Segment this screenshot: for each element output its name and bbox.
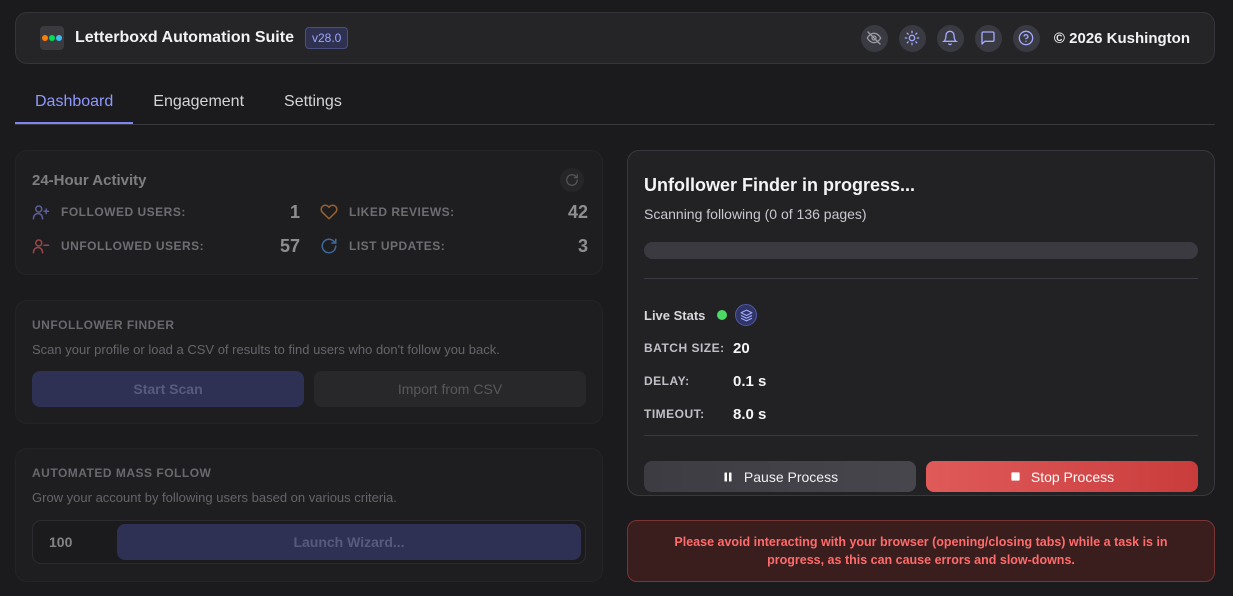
pause-process-label: Pause Process [743, 468, 839, 485]
copyright-text: © 2026 Kushington [1053, 29, 1190, 47]
setting-value: 8.0 s [733, 405, 767, 423]
mass-follow-controls: 100 Launch Wizard... [32, 520, 586, 564]
pause-icon [724, 472, 732, 481]
stop-process-label: Stop Process [1030, 468, 1115, 485]
live-stats-details-button[interactable] [735, 304, 758, 326]
tab-dashboard[interactable]: Dashboard [15, 81, 134, 124]
import-csv-button[interactable]: Import from CSV [314, 371, 586, 407]
stat-value: 42 [567, 201, 588, 222]
start-scan-button[interactable]: Start Scan [32, 371, 304, 407]
feedback-button[interactable] [974, 24, 1002, 52]
tab-engagement[interactable]: Engagement [133, 81, 264, 124]
activity-title: 24-Hour Activity [32, 172, 147, 189]
setting-key: DELAY: [644, 374, 690, 388]
progress-bar [644, 242, 1198, 259]
setting-timeout: TIMEOUT: 8.0 s [644, 403, 1198, 425]
activity-card: 24-Hour Activity FOLLOWED USERS: 1 LIKED… [15, 150, 603, 275]
stat-value: 3 [577, 235, 588, 256]
setting-batch-size: BATCH SIZE: 20 [644, 337, 1198, 359]
stat-unfollowed-users: UNFOLLOWED USERS: 57 [32, 235, 300, 257]
stop-icon [1011, 472, 1020, 481]
stat-label: LIST UPDATES: [349, 239, 446, 253]
stat-followed-users: FOLLOWED USERS: 1 [32, 201, 300, 223]
live-indicator [717, 310, 728, 320]
theme-toggle-button[interactable] [898, 24, 926, 52]
eye-off-icon [867, 31, 882, 45]
help-icon [1019, 30, 1034, 46]
refresh-icon [566, 174, 578, 186]
warning-banner: Please avoid interacting with your brows… [627, 520, 1215, 582]
main-tabs: Dashboard Engagement Settings [15, 81, 1215, 125]
follow-quantity-input[interactable]: 100 [49, 534, 117, 550]
version-badge: v28.0 [304, 27, 349, 49]
stat-label: LIKED REVIEWS: [349, 205, 455, 219]
progress-status: Scanning following (0 of 136 pages) [644, 206, 867, 222]
stat-liked-reviews: LIKED REVIEWS: 42 [320, 201, 588, 223]
sun-icon [905, 30, 920, 46]
section-description: Scan your profile or load a CSV of resul… [32, 342, 500, 357]
chat-icon [981, 31, 996, 45]
section-title: AUTOMATED MASS FOLLOW [32, 466, 212, 480]
stat-value: 57 [279, 235, 300, 256]
live-stats-row: Live Stats [644, 304, 1198, 326]
progress-card: Unfollower Finder in progress... Scannin… [627, 150, 1215, 496]
bell-icon [942, 30, 959, 46]
setting-key: TIMEOUT: [644, 407, 705, 421]
live-stats-label: Live Stats [644, 307, 706, 323]
divider [644, 435, 1198, 436]
stat-label: UNFOLLOWED USERS: [61, 239, 205, 253]
setting-value: 20 [733, 339, 750, 357]
refresh-icon [321, 238, 337, 254]
activity-refresh-button[interactable] [560, 168, 584, 192]
section-description: Grow your account by following users bas… [32, 490, 397, 505]
pause-process-button[interactable]: Pause Process [644, 461, 916, 492]
layers-icon [740, 309, 753, 321]
user-plus-icon [32, 205, 50, 220]
setting-value: 0.1 s [733, 372, 767, 390]
app-logo [40, 26, 64, 50]
privacy-toggle-button[interactable] [860, 24, 888, 52]
unfollower-finder-card: UNFOLLOWER FINDER Scan your profile or l… [15, 300, 603, 424]
tab-settings[interactable]: Settings [264, 81, 362, 124]
notifications-button[interactable] [936, 24, 964, 52]
stat-label: FOLLOWED USERS: [61, 205, 186, 219]
setting-key: BATCH SIZE: [644, 341, 725, 355]
divider [644, 278, 1198, 279]
heart-icon [320, 204, 338, 220]
progress-title: Unfollower Finder in progress... [644, 175, 916, 195]
stop-process-button[interactable]: Stop Process [926, 461, 1198, 492]
help-button[interactable] [1012, 24, 1040, 52]
app-title: Letterboxd Automation Suite [75, 29, 294, 46]
stat-list-updates: LIST UPDATES: 3 [320, 235, 588, 257]
stat-value: 1 [289, 201, 300, 222]
setting-delay: DELAY: 0.1 s [644, 370, 1198, 392]
top-bar: Letterboxd Automation Suite v28.0 © 2026… [15, 12, 1215, 64]
user-minus-icon [32, 239, 50, 254]
launch-wizard-button[interactable]: Launch Wizard... [117, 524, 581, 560]
section-title: UNFOLLOWER FINDER [32, 318, 175, 332]
mass-follow-card: AUTOMATED MASS FOLLOW Grow your account … [15, 448, 603, 582]
